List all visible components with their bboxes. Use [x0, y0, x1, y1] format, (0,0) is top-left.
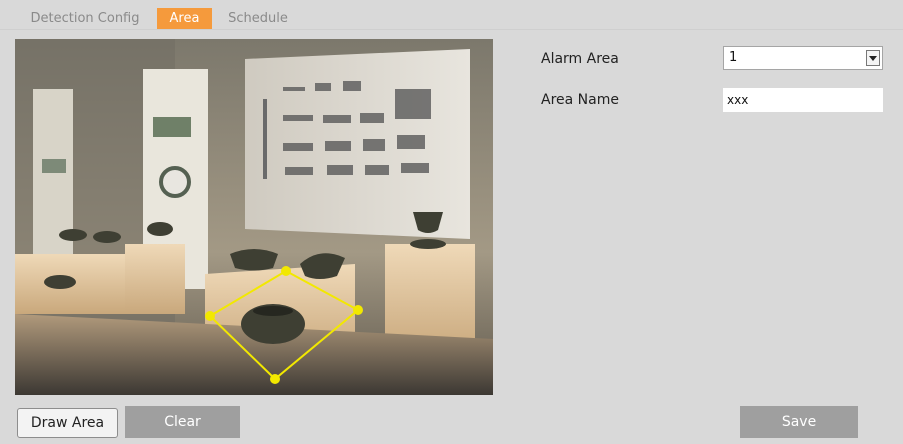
alarm-area-value: 1 — [729, 50, 738, 65]
tab-divider — [0, 29, 903, 30]
tab-schedule[interactable]: Schedule — [218, 8, 298, 30]
tab-bar: Detection Config Area Schedule — [0, 0, 903, 30]
alarm-area-label: Alarm Area — [541, 51, 619, 67]
area-name-input[interactable] — [723, 88, 883, 112]
draw-area-button[interactable]: Draw Area — [17, 408, 118, 438]
chevron-down-icon[interactable] — [866, 50, 880, 66]
save-button[interactable]: Save — [740, 406, 858, 438]
alarm-area-select[interactable]: 1 — [723, 46, 883, 70]
tab-area[interactable]: Area — [157, 8, 212, 30]
camera-scene — [15, 39, 493, 395]
video-preview[interactable] — [15, 39, 493, 395]
area-name-label: Area Name — [541, 92, 619, 108]
clear-button[interactable]: Clear — [125, 406, 240, 438]
tab-detection-config[interactable]: Detection Config — [20, 8, 150, 30]
